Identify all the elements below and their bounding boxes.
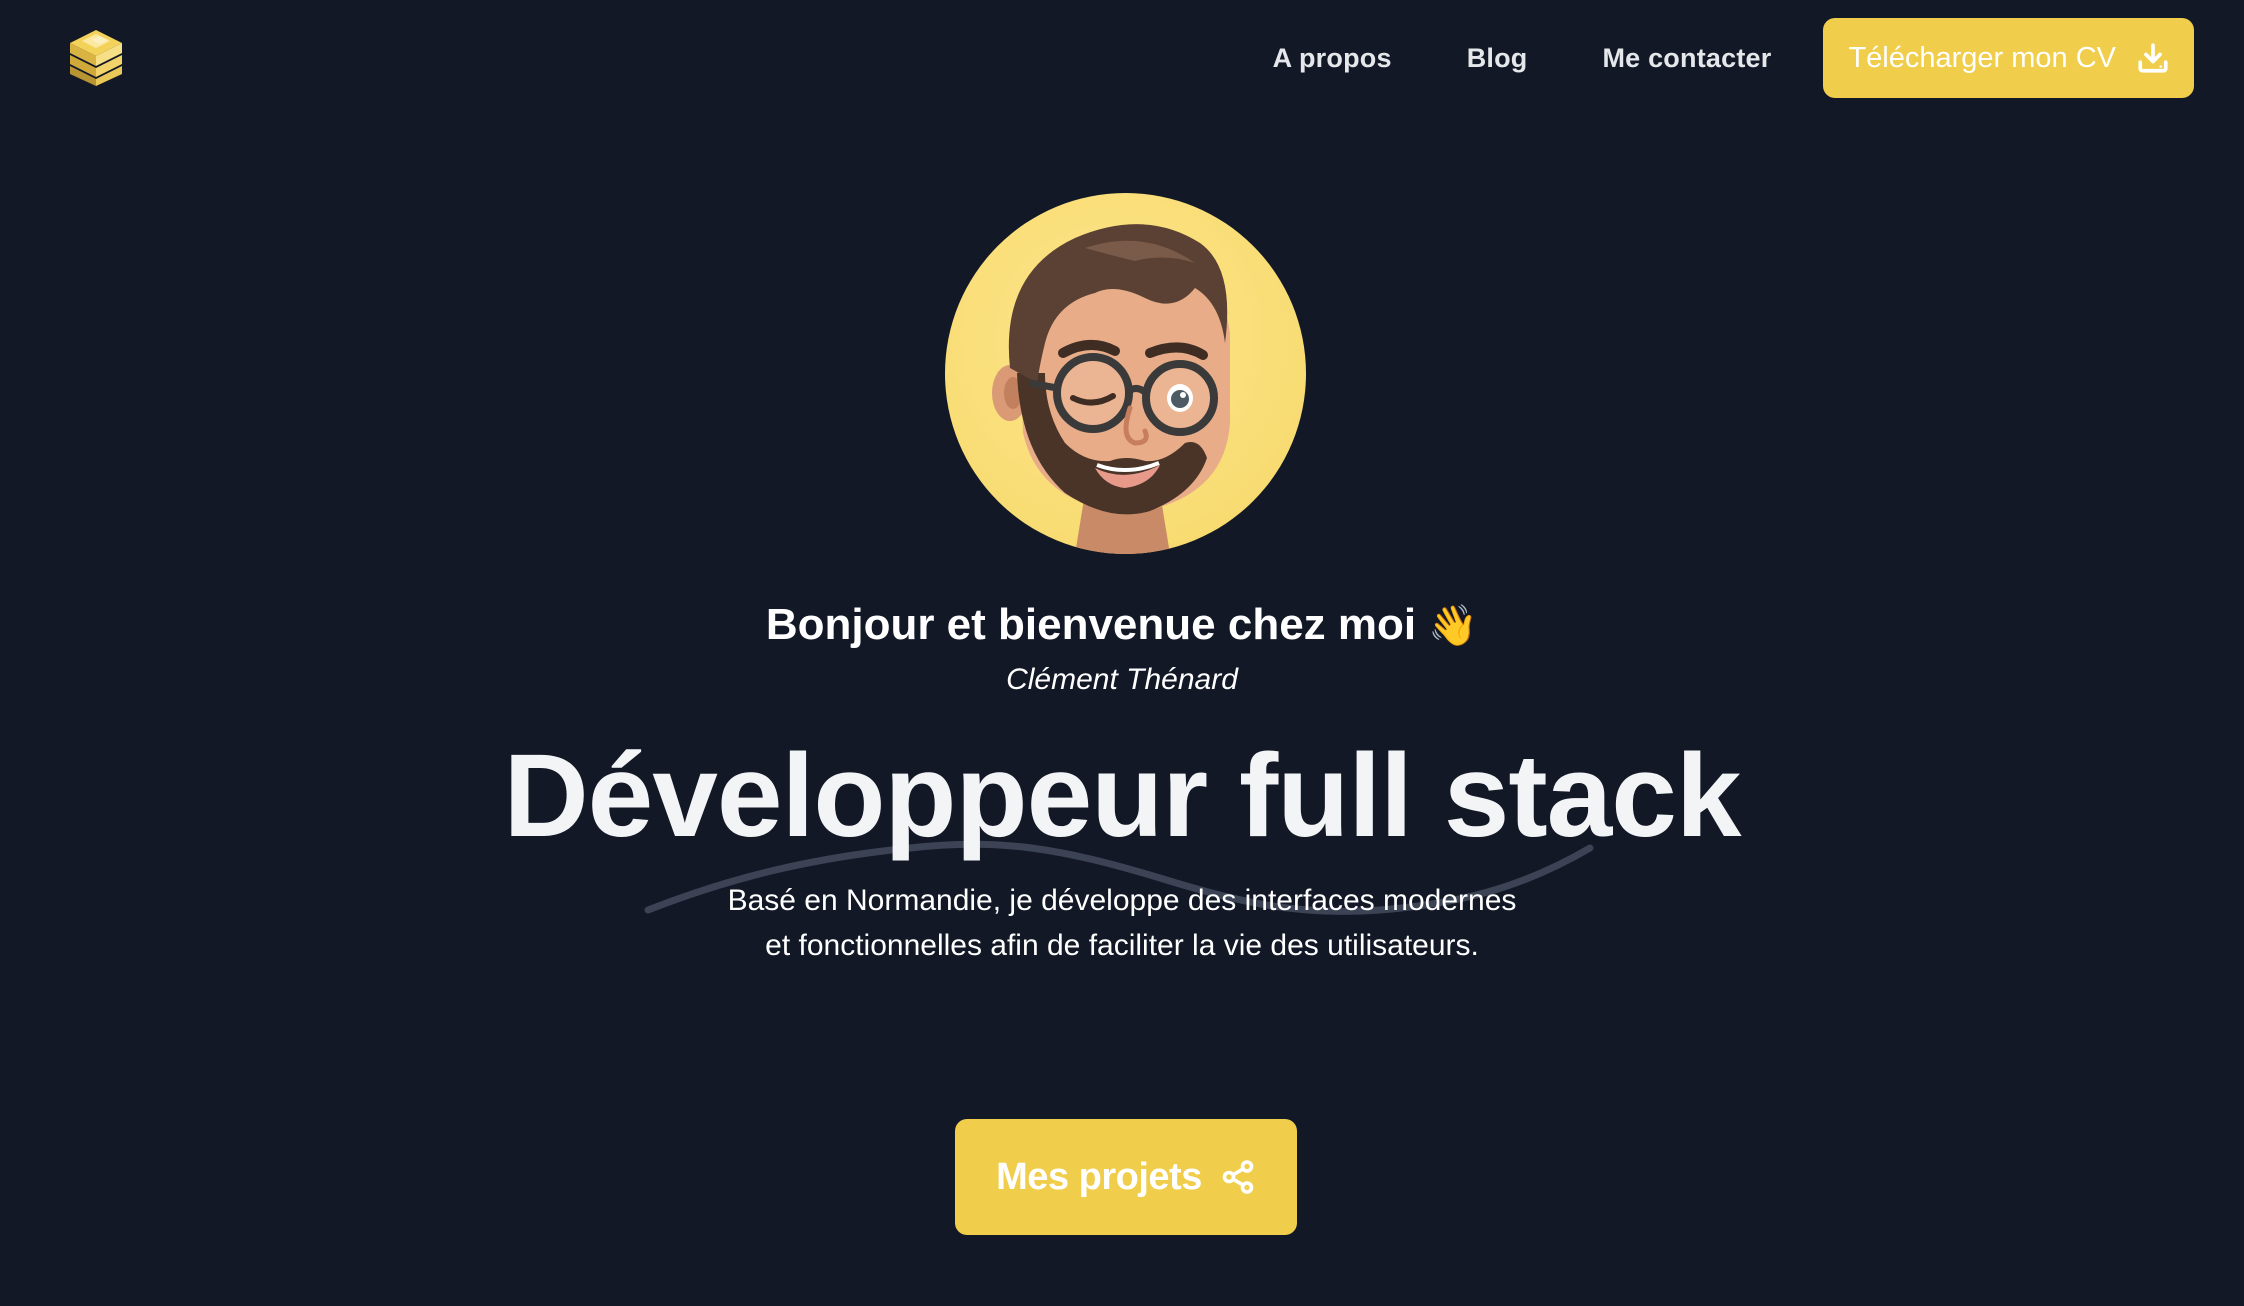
greeting-text: Bonjour et bienvenue chez moi bbox=[765, 600, 1417, 649]
page-title: Développeur full stack bbox=[503, 730, 1741, 862]
share-icon bbox=[1222, 1160, 1254, 1194]
page: A propos Blog Me contacter Télécharger m… bbox=[0, 0, 2244, 1306]
intro-paragraph: Basé en Normandie, je développe des inte… bbox=[727, 884, 1517, 962]
memoji-avatar-icon bbox=[992, 224, 1230, 554]
nav-link-contact[interactable]: Me contacter bbox=[1602, 43, 1771, 74]
projects-button-label: Mes projets bbox=[996, 1155, 1202, 1198]
greeting-heading: Bonjour et bienvenue chez moi 👋 bbox=[0, 600, 2244, 650]
download-icon bbox=[2138, 43, 2168, 73]
avatar bbox=[945, 193, 1306, 554]
nav-link-blog[interactable]: Blog bbox=[1467, 43, 1528, 74]
headline-block: Développeur full stack bbox=[0, 728, 2244, 915]
download-cv-label: Télécharger mon CV bbox=[1848, 41, 2116, 74]
projects-button[interactable]: Mes projets bbox=[955, 1119, 1297, 1235]
site-logo[interactable] bbox=[64, 26, 128, 90]
nav-link-about[interactable]: A propos bbox=[1273, 43, 1392, 74]
main-nav: A propos Blog Me contacter Télécharger m… bbox=[1273, 18, 2194, 98]
waving-hand-icon: 👋 bbox=[1428, 604, 1479, 648]
download-cv-button[interactable]: Télécharger mon CV bbox=[1823, 18, 2194, 98]
stacked-cubes-logo-icon bbox=[70, 30, 122, 86]
author-name: Clément Thénard bbox=[1006, 663, 1238, 696]
